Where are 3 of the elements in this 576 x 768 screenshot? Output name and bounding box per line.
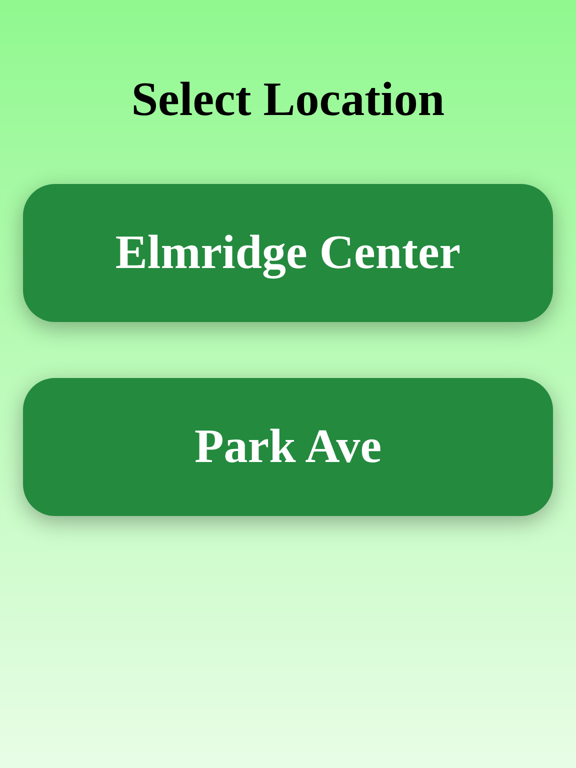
page-title: Select Location xyxy=(131,72,445,128)
location-button[interactable]: Park Ave xyxy=(23,378,553,516)
location-button[interactable]: Elmridge Center xyxy=(23,184,553,322)
